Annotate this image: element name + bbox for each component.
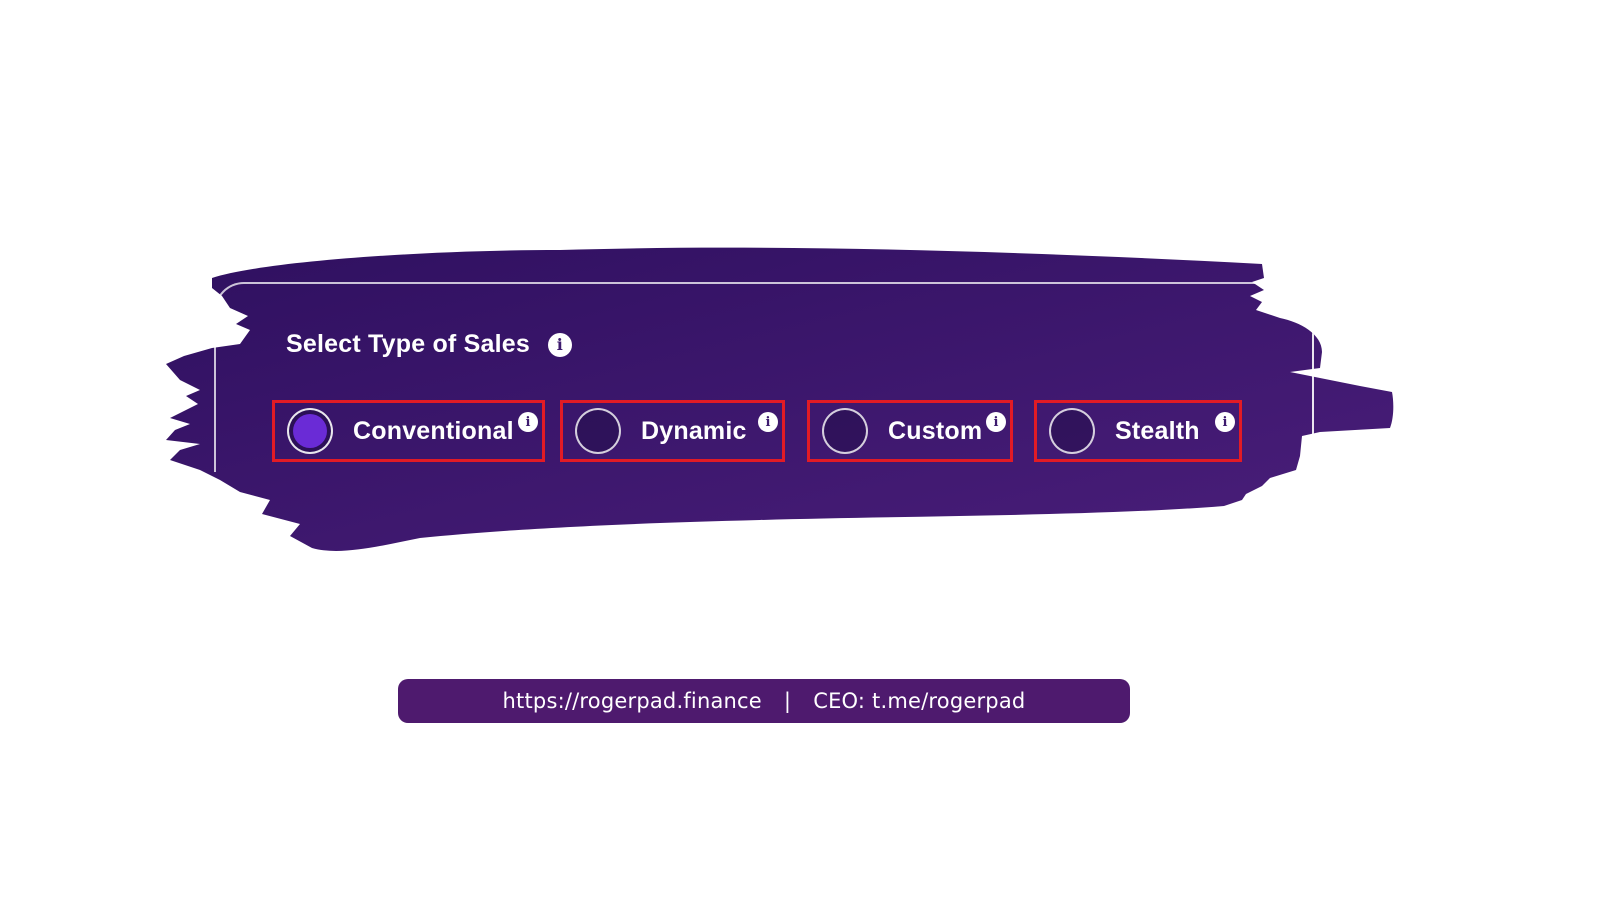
sale-type-option-stealth[interactable]: Stealth i	[1034, 400, 1242, 462]
footer-separator: |	[783, 689, 792, 713]
stage: Select Type of Sales i Conventional i Dy…	[0, 0, 1600, 900]
radio-button[interactable]	[1049, 408, 1095, 454]
option-label: Dynamic	[641, 416, 747, 445]
info-icon[interactable]: i	[518, 412, 538, 432]
info-icon[interactable]: i	[758, 412, 778, 432]
section-title: Select Type of Sales	[286, 330, 530, 358]
radio-button-selected[interactable]	[287, 408, 333, 454]
option-label: Conventional	[353, 416, 514, 445]
info-icon[interactable]: i	[1215, 412, 1235, 432]
option-label: Custom	[888, 416, 983, 445]
sale-type-option-custom[interactable]: Custom i	[807, 400, 1013, 462]
info-icon[interactable]: i	[986, 412, 1006, 432]
website-link[interactable]: https://rogerpad.finance	[503, 689, 762, 713]
sale-type-option-conventional[interactable]: Conventional i	[272, 400, 545, 462]
section-header: Select Type of Sales i	[286, 330, 572, 359]
info-icon[interactable]: i	[547, 332, 572, 357]
radio-button[interactable]	[575, 408, 621, 454]
sale-type-option-dynamic[interactable]: Dynamic i	[560, 400, 785, 462]
radio-button[interactable]	[822, 408, 868, 454]
ceo-contact-link[interactable]: CEO: t.me/rogerpad	[813, 689, 1025, 713]
footer-bar: https://rogerpad.finance | CEO: t.me/rog…	[398, 679, 1130, 723]
option-label: Stealth	[1115, 416, 1200, 445]
radio-selected-dot	[293, 414, 327, 448]
